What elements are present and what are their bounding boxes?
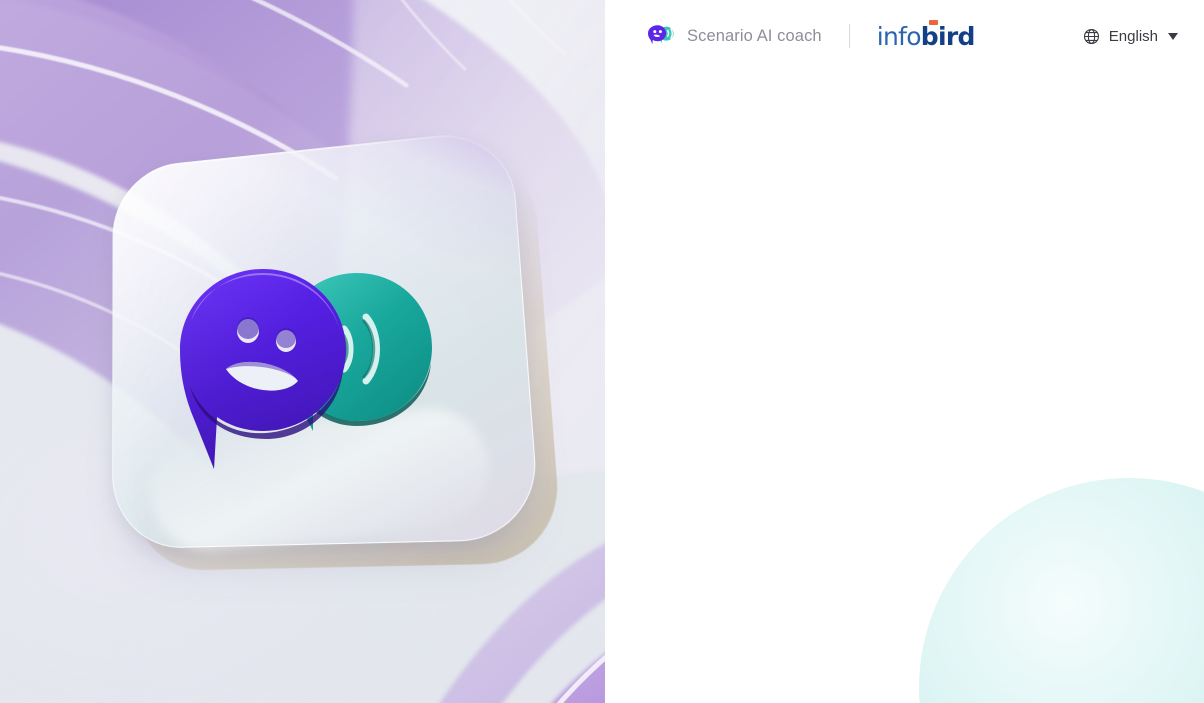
header-divider bbox=[848, 24, 850, 48]
chevron-down-icon bbox=[1168, 32, 1178, 40]
infobird-logo-info: info bbox=[876, 21, 922, 51]
brand-block: Scenario AI coach info bird bbox=[648, 19, 976, 51]
artwork-panel bbox=[0, 0, 605, 703]
infobird-logo-accent-mark bbox=[928, 19, 938, 25]
product-name: Scenario AI coach bbox=[687, 26, 822, 45]
language-label: English bbox=[1108, 27, 1158, 45]
infobird-logo: info bird bbox=[876, 19, 976, 51]
login-page: Scenario AI coach info bird English bbox=[0, 0, 1204, 703]
login-panel: Scenario AI coach info bird English bbox=[605, 0, 1204, 703]
mint-decorative-circle bbox=[919, 478, 1204, 703]
app-header: Scenario AI coach info bird English bbox=[605, 0, 1204, 72]
infobird-logo-bird: bird bbox=[920, 21, 976, 51]
purple-ribbon-bottom-right bbox=[316, 412, 605, 703]
language-selector[interactable]: English bbox=[1081, 24, 1180, 49]
globe-icon bbox=[1083, 28, 1100, 45]
chat-bubbles-logo-icon bbox=[648, 24, 676, 48]
